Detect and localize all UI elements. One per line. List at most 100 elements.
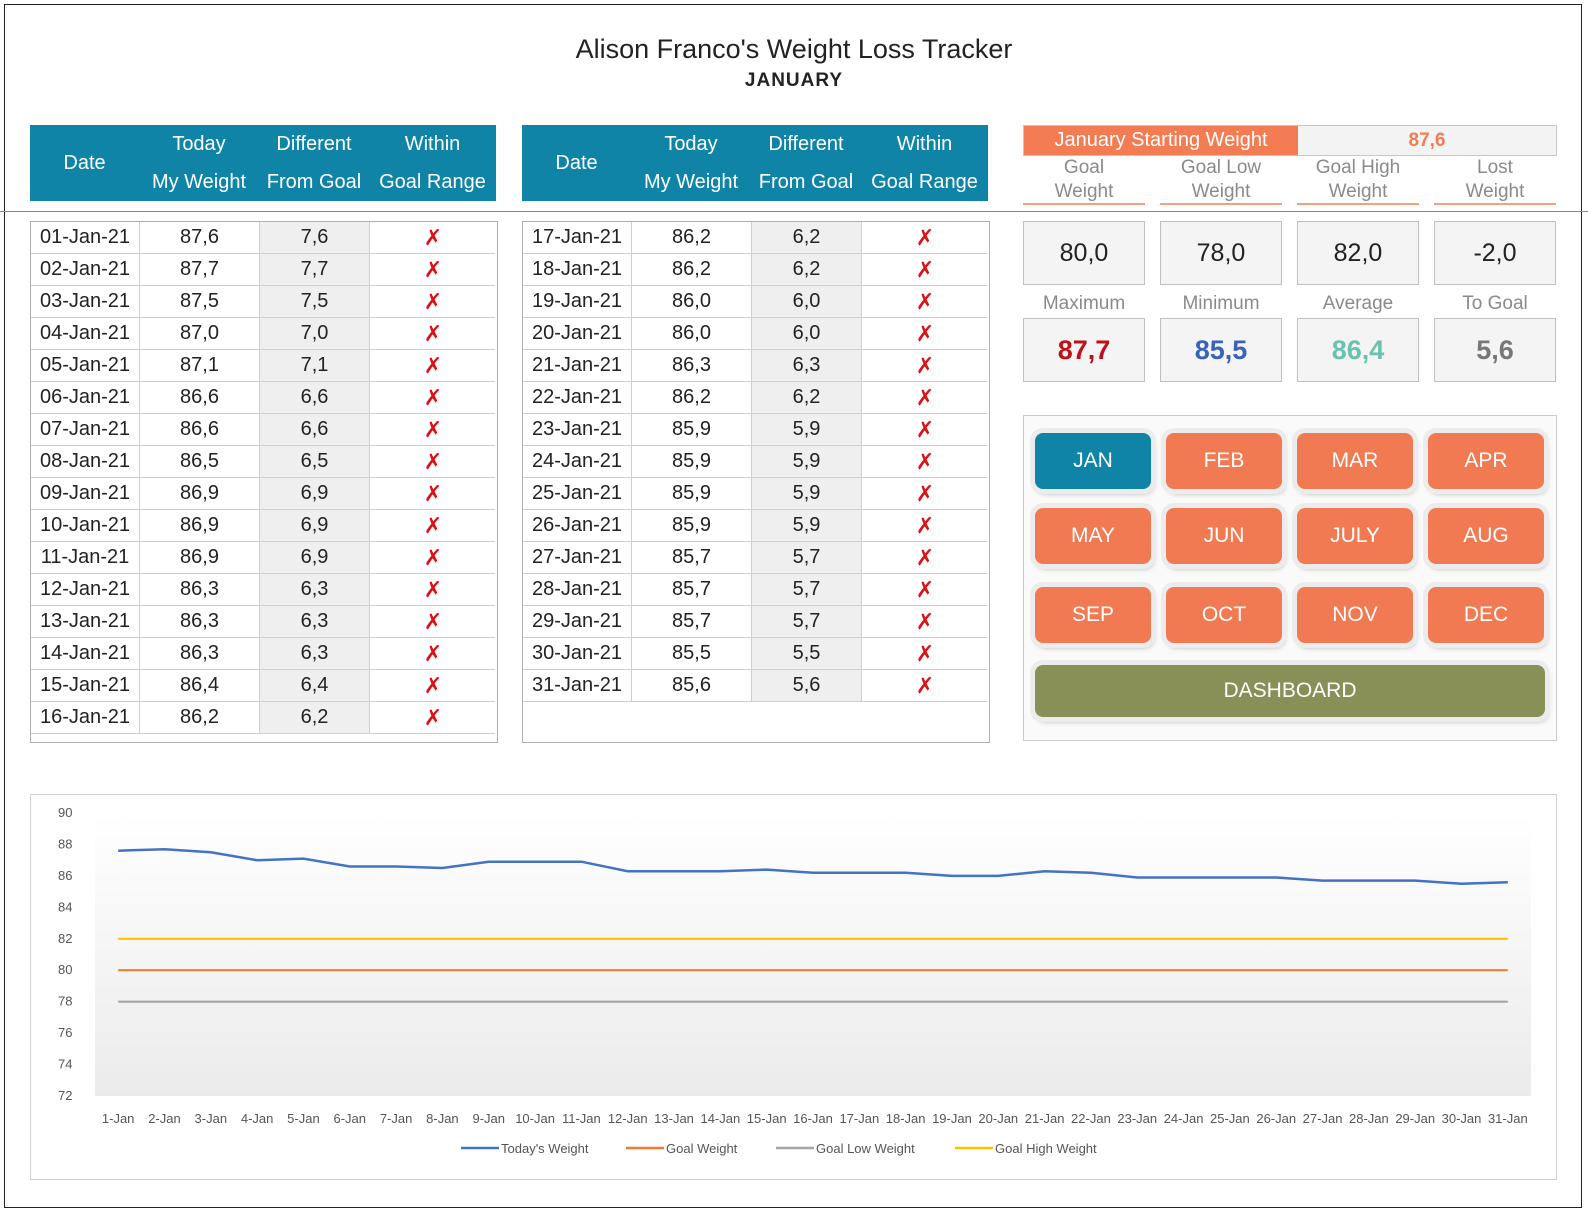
within-goal-x-icon[interactable]: ✗ xyxy=(370,542,496,573)
weight-cell[interactable]: 86,3 xyxy=(140,606,260,637)
stat-value[interactable]: 80,0 xyxy=(1023,221,1145,285)
within-goal-x-icon[interactable]: ✗ xyxy=(370,318,496,349)
month-button-mar[interactable]: MAR xyxy=(1297,433,1413,489)
month-button-nov[interactable]: NOV xyxy=(1297,587,1413,643)
within-goal-x-icon[interactable]: ✗ xyxy=(862,254,988,285)
date-cell[interactable]: 09-Jan-21 xyxy=(31,478,140,509)
diff-from-goal-cell[interactable]: 6,3 xyxy=(260,638,370,669)
weight-cell[interactable]: 85,9 xyxy=(632,478,752,509)
diff-from-goal-cell[interactable]: 6,2 xyxy=(752,382,862,413)
diff-from-goal-cell[interactable]: 6,2 xyxy=(752,222,862,253)
date-cell[interactable]: 23-Jan-21 xyxy=(523,414,632,445)
weight-cell[interactable]: 87,1 xyxy=(140,350,260,381)
month-button-may[interactable]: MAY xyxy=(1035,508,1151,564)
weight-cell[interactable]: 86,9 xyxy=(140,510,260,541)
within-goal-x-icon[interactable]: ✗ xyxy=(862,318,988,349)
date-cell[interactable]: 06-Jan-21 xyxy=(31,382,140,413)
within-goal-x-icon[interactable]: ✗ xyxy=(370,222,496,253)
weight-cell[interactable]: 86,0 xyxy=(632,286,752,317)
date-cell[interactable]: 03-Jan-21 xyxy=(31,286,140,317)
weight-cell[interactable]: 86,9 xyxy=(140,542,260,573)
date-cell[interactable]: 26-Jan-21 xyxy=(523,510,632,541)
weight-cell[interactable]: 85,7 xyxy=(632,574,752,605)
diff-from-goal-cell[interactable]: 5,9 xyxy=(752,446,862,477)
date-cell[interactable]: 17-Jan-21 xyxy=(523,222,632,253)
within-goal-x-icon[interactable]: ✗ xyxy=(370,670,496,701)
date-cell[interactable]: 16-Jan-21 xyxy=(31,702,140,733)
date-cell[interactable]: 14-Jan-21 xyxy=(31,638,140,669)
month-button-oct[interactable]: OCT xyxy=(1166,587,1282,643)
date-cell[interactable]: 12-Jan-21 xyxy=(31,574,140,605)
diff-from-goal-cell[interactable]: 6,2 xyxy=(260,702,370,733)
diff-from-goal-cell[interactable]: 7,6 xyxy=(260,222,370,253)
diff-from-goal-cell[interactable]: 6,3 xyxy=(752,350,862,381)
diff-from-goal-cell[interactable]: 6,2 xyxy=(752,254,862,285)
date-cell[interactable]: 08-Jan-21 xyxy=(31,446,140,477)
within-goal-x-icon[interactable]: ✗ xyxy=(862,222,988,253)
within-goal-x-icon[interactable]: ✗ xyxy=(862,414,988,445)
weight-cell[interactable]: 86,3 xyxy=(632,350,752,381)
stat-value[interactable]: 86,4 xyxy=(1297,318,1419,382)
within-goal-x-icon[interactable]: ✗ xyxy=(862,670,988,701)
month-button-jan[interactable]: JAN xyxy=(1035,433,1151,489)
within-goal-x-icon[interactable]: ✗ xyxy=(862,510,988,541)
date-cell[interactable]: 31-Jan-21 xyxy=(523,670,632,701)
within-goal-x-icon[interactable]: ✗ xyxy=(370,286,496,317)
diff-from-goal-cell[interactable]: 5,7 xyxy=(752,542,862,573)
weight-cell[interactable]: 85,6 xyxy=(632,670,752,701)
diff-from-goal-cell[interactable]: 5,9 xyxy=(752,510,862,541)
date-cell[interactable]: 13-Jan-21 xyxy=(31,606,140,637)
month-button-dec[interactable]: DEC xyxy=(1428,587,1544,643)
date-cell[interactable]: 27-Jan-21 xyxy=(523,542,632,573)
month-button-feb[interactable]: FEB xyxy=(1166,433,1282,489)
within-goal-x-icon[interactable]: ✗ xyxy=(370,350,496,381)
within-goal-x-icon[interactable]: ✗ xyxy=(862,574,988,605)
within-goal-x-icon[interactable]: ✗ xyxy=(862,382,988,413)
weight-cell[interactable]: 86,9 xyxy=(140,478,260,509)
starting-weight-value[interactable]: 87,6 xyxy=(1298,126,1556,155)
within-goal-x-icon[interactable]: ✗ xyxy=(370,478,496,509)
diff-from-goal-cell[interactable]: 6,0 xyxy=(752,286,862,317)
weight-cell[interactable]: 85,5 xyxy=(632,638,752,669)
within-goal-x-icon[interactable]: ✗ xyxy=(862,638,988,669)
month-button-july[interactable]: JULY xyxy=(1297,508,1413,564)
date-cell[interactable]: 10-Jan-21 xyxy=(31,510,140,541)
weight-cell[interactable]: 87,0 xyxy=(140,318,260,349)
stat-value[interactable]: 5,6 xyxy=(1434,318,1556,382)
diff-from-goal-cell[interactable]: 5,5 xyxy=(752,638,862,669)
weight-cell[interactable]: 86,2 xyxy=(632,254,752,285)
within-goal-x-icon[interactable]: ✗ xyxy=(370,382,496,413)
date-cell[interactable]: 24-Jan-21 xyxy=(523,446,632,477)
stat-value[interactable]: 85,5 xyxy=(1160,318,1282,382)
weight-cell[interactable]: 85,7 xyxy=(632,542,752,573)
within-goal-x-icon[interactable]: ✗ xyxy=(370,254,496,285)
weight-cell[interactable]: 86,2 xyxy=(632,222,752,253)
within-goal-x-icon[interactable]: ✗ xyxy=(370,510,496,541)
date-cell[interactable]: 15-Jan-21 xyxy=(31,670,140,701)
date-cell[interactable]: 11-Jan-21 xyxy=(31,542,140,573)
date-cell[interactable]: 20-Jan-21 xyxy=(523,318,632,349)
diff-from-goal-cell[interactable]: 5,7 xyxy=(752,606,862,637)
stat-value[interactable]: 78,0 xyxy=(1160,221,1282,285)
date-cell[interactable]: 22-Jan-21 xyxy=(523,382,632,413)
date-cell[interactable]: 29-Jan-21 xyxy=(523,606,632,637)
weight-cell[interactable]: 86,6 xyxy=(140,382,260,413)
diff-from-goal-cell[interactable]: 7,1 xyxy=(260,350,370,381)
diff-from-goal-cell[interactable]: 6,3 xyxy=(260,574,370,605)
within-goal-x-icon[interactable]: ✗ xyxy=(370,414,496,445)
date-cell[interactable]: 02-Jan-21 xyxy=(31,254,140,285)
weight-cell[interactable]: 86,3 xyxy=(140,574,260,605)
diff-from-goal-cell[interactable]: 7,0 xyxy=(260,318,370,349)
weight-cell[interactable]: 86,2 xyxy=(632,382,752,413)
date-cell[interactable]: 25-Jan-21 xyxy=(523,478,632,509)
diff-from-goal-cell[interactable]: 5,7 xyxy=(752,574,862,605)
weight-cell[interactable]: 86,5 xyxy=(140,446,260,477)
within-goal-x-icon[interactable]: ✗ xyxy=(370,574,496,605)
within-goal-x-icon[interactable]: ✗ xyxy=(862,446,988,477)
within-goal-x-icon[interactable]: ✗ xyxy=(370,446,496,477)
date-cell[interactable]: 18-Jan-21 xyxy=(523,254,632,285)
diff-from-goal-cell[interactable]: 7,7 xyxy=(260,254,370,285)
date-cell[interactable]: 30-Jan-21 xyxy=(523,638,632,669)
diff-from-goal-cell[interactable]: 6,3 xyxy=(260,606,370,637)
stat-value[interactable]: -2,0 xyxy=(1434,221,1556,285)
